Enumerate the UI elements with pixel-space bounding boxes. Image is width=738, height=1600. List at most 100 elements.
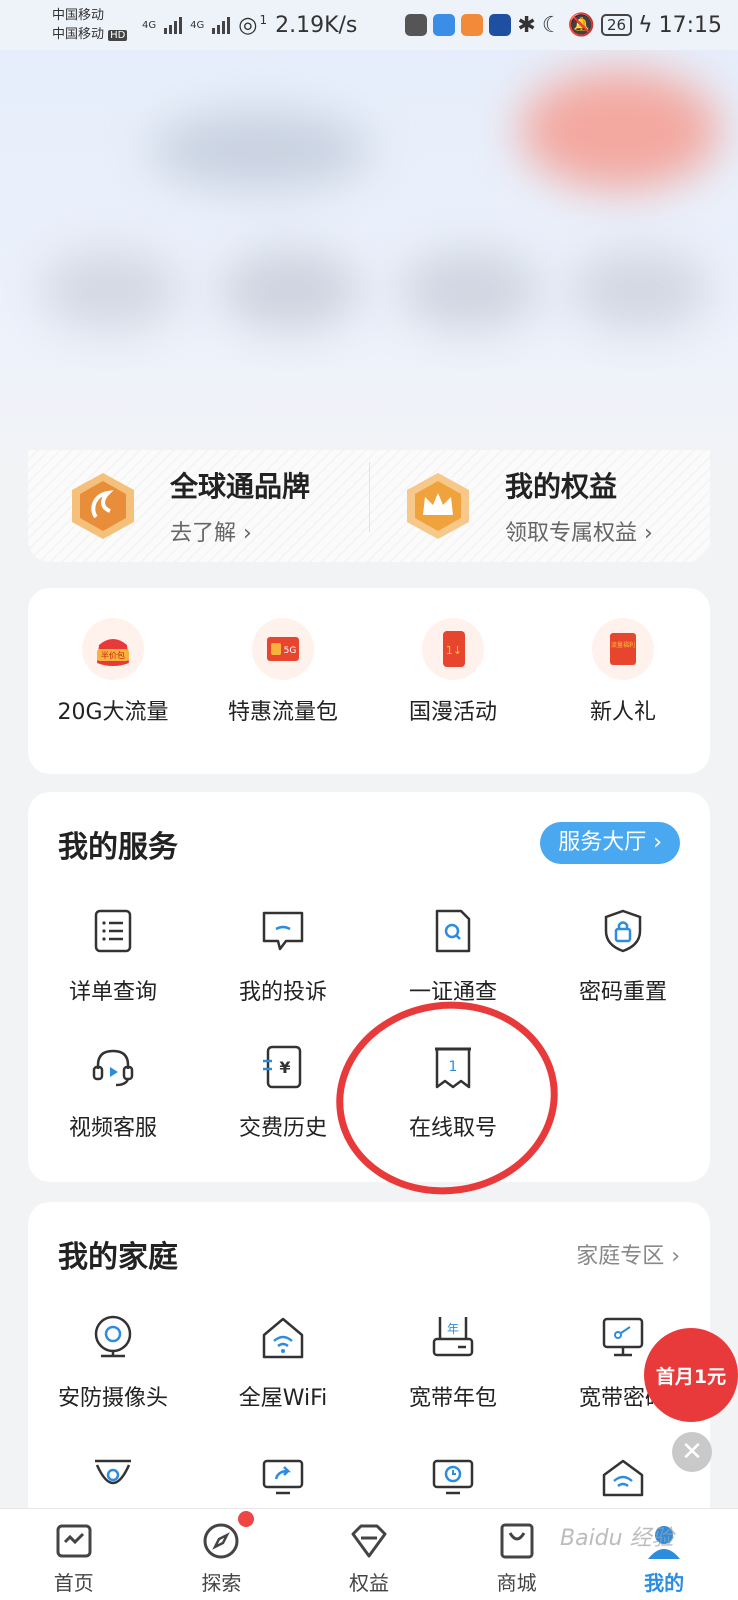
promo-grid: 半价包 20G大流量 5G 特惠流量包 1↓ 国漫活动 流量福利 新人礼 [28, 618, 710, 726]
payment-history-icon: ¥ [258, 1042, 308, 1092]
promo-label: 20G大流量 [57, 700, 169, 725]
headset-icon [88, 1042, 138, 1092]
my-rights-entry[interactable]: 我的权益 领取专属权益 › [403, 450, 653, 562]
watermark: Baidu 经验 [560, 1526, 674, 1551]
monitor-clock-icon [428, 1452, 478, 1502]
phone-badge-text: 1↓ [446, 644, 462, 657]
tab-rights[interactable]: 权益 [295, 1509, 443, 1600]
tab-label: 商城 [496, 1571, 537, 1595]
global-brand-entry[interactable]: 全球通品牌 去了解 › [68, 450, 310, 562]
camera-icon [88, 1312, 138, 1362]
router-year-icon: 年 [428, 1312, 478, 1362]
blur-blob [150, 110, 370, 190]
status-right: ✱ ☾ 🔕 26 ϟ 17:15 [405, 13, 722, 38]
global-brand-title: 全球通品牌 [170, 470, 311, 503]
service-item[interactable]: 我的投诉 [198, 906, 368, 1006]
promo-item[interactable]: 流量福利 新人礼 [538, 618, 708, 726]
moon-icon: ☾ [541, 12, 562, 38]
sim-badge-text: 5G [284, 646, 297, 656]
blur-blob [220, 250, 360, 330]
envelope-badge-text: 流量福利 [611, 641, 635, 649]
signal-icon [164, 16, 183, 34]
promo-card: 半价包 20G大流量 5G 特惠流量包 1↓ 国漫活动 流量福利 新人礼 [28, 588, 710, 774]
family-item[interactable]: 安防摄像头 [28, 1312, 198, 1412]
service-label: 详单查询 [68, 980, 157, 1005]
divider [369, 462, 370, 532]
family-item[interactable]: 年 宽带年包 [368, 1312, 538, 1412]
service-hall-button[interactable]: 服务大厅 › [540, 822, 680, 864]
promo-item[interactable]: 半价包 20G大流量 [28, 618, 198, 726]
family-zone-link[interactable]: 家庭专区 › [576, 1238, 680, 1270]
hotspot-icon: ◎ [238, 12, 258, 38]
wechat-icon [405, 14, 428, 36]
service-item[interactable]: 一证通查 [368, 906, 538, 1006]
promo-label: 国漫活动 [408, 700, 497, 725]
app-icon-blue [433, 14, 456, 36]
document-search-icon [428, 906, 478, 956]
section-title: 我的服务 [58, 830, 178, 865]
promo-label: 特惠流量包 [227, 700, 338, 725]
screen-share-icon [258, 1452, 308, 1502]
family-row-1: 安防摄像头 全屋WiFi 年 宽带年包 宽带密码 [28, 1312, 710, 1412]
section-title: 我的家庭 [58, 1240, 178, 1275]
hotspot-count: 1 [259, 13, 268, 27]
tab-label: 我的 [644, 1571, 685, 1595]
compass-icon [199, 1519, 243, 1563]
notification-dot [237, 1511, 254, 1527]
dome-camera-icon [88, 1452, 138, 1502]
app-icon-dark [489, 14, 512, 36]
close-icon[interactable]: ✕ [672, 1432, 712, 1472]
router-year-glyph: 年 [447, 1322, 459, 1336]
tab-home[interactable]: 首页 [0, 1509, 148, 1600]
network-type-2: 4G [190, 19, 205, 31]
phone-icon: 1↓ [422, 618, 484, 680]
bag-badge-text: 半价包 [101, 650, 125, 660]
mute-icon: 🔕 [567, 12, 595, 38]
service-item[interactable]: 密码重置 [538, 906, 708, 1006]
monitor-key-icon [598, 1312, 648, 1362]
my-rights-link: 领取专属权益 › [505, 521, 653, 546]
red-bag-icon: 半价包 [82, 618, 144, 680]
sim-5g-icon: 5G [252, 618, 314, 680]
clock: 17:15 [658, 12, 722, 38]
net-speed: 2.19K/s [275, 12, 358, 38]
envelope-icon: 流量福利 [592, 618, 654, 680]
service-label: 密码重置 [578, 980, 667, 1005]
family-label: 宽带年包 [408, 1386, 497, 1411]
carrier-info: 中国移动 中国移动 HD [52, 6, 142, 45]
signal-icon-2 [212, 16, 231, 34]
network-type-1: 4G [142, 19, 157, 31]
tab-label: 权益 [348, 1571, 389, 1595]
home-wifi-icon [258, 1312, 308, 1362]
family-item[interactable]: 全屋WiFi [198, 1312, 368, 1412]
carrier-2: 中国移动 HD [52, 26, 128, 42]
shopping-bag-icon [495, 1519, 539, 1563]
family-label: 安防摄像头 [57, 1386, 168, 1411]
service-item[interactable]: 详单查询 [28, 906, 198, 1006]
charging-icon: ϟ [638, 12, 653, 38]
carrier-1: 中国移动 [52, 7, 105, 23]
brand-card: 全球通品牌 去了解 › 我的权益 领取专属权益 › [28, 450, 710, 562]
svg-text:¥: ¥ [279, 1058, 290, 1077]
my-rights-title: 我的权益 [505, 470, 618, 503]
tab-explore[interactable]: 探索 [148, 1509, 296, 1600]
promo-item[interactable]: 1↓ 国漫活动 [368, 618, 538, 726]
app-icon-orange [461, 14, 484, 36]
global-brand-link: 去了解 › [170, 521, 252, 546]
diamond-icon [347, 1519, 391, 1563]
shield-lock-icon [598, 906, 648, 956]
status-bar: 中国移动 中国移动 HD 4G 4G ◎ 1 2.19K/s ✱ ☾ 🔕 26 ϟ… [0, 0, 738, 50]
family-label: 全屋WiFi [238, 1386, 328, 1411]
status-network: 4G 4G ◎ 1 2.19K/s [142, 13, 357, 38]
hd-badge: HD [108, 29, 128, 41]
promo-item[interactable]: 5G 特惠流量包 [198, 618, 368, 726]
floating-promo-badge[interactable]: 首月1元 [644, 1328, 738, 1422]
services-row-1: 详单查询 我的投诉 一证通查 密码重置 [28, 906, 710, 1006]
service-item[interactable]: 视频客服 [28, 1042, 198, 1142]
promo-label: 新人礼 [589, 700, 656, 725]
list-icon [88, 906, 138, 956]
service-label: 我的投诉 [238, 980, 327, 1005]
service-label: 交费历史 [238, 1116, 327, 1141]
blur-blob [570, 250, 710, 330]
battery-icon: 26 [600, 14, 633, 36]
